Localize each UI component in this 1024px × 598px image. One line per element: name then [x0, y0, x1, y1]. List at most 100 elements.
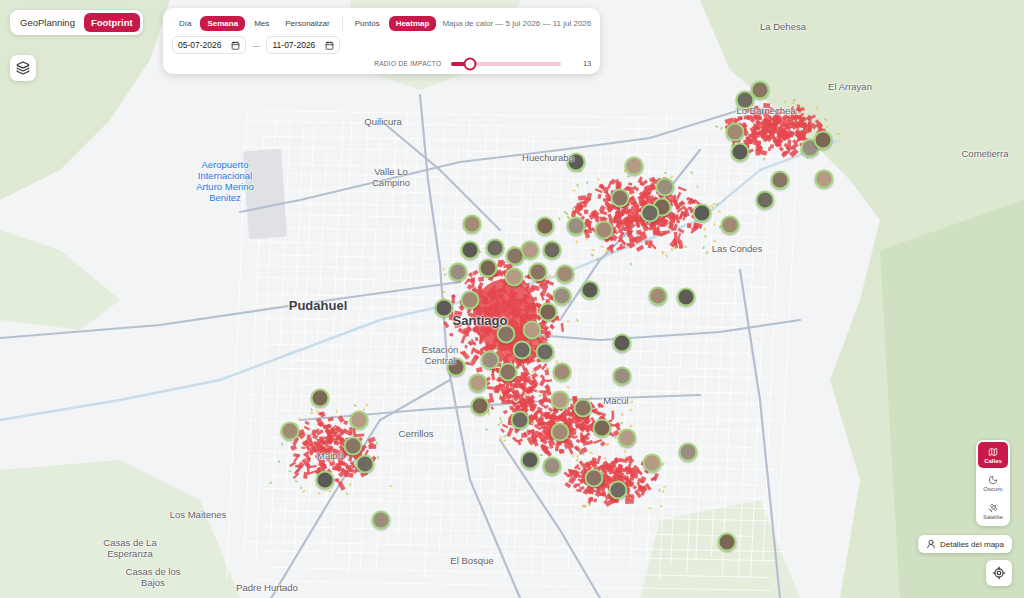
user-pin[interactable] — [471, 397, 490, 416]
user-pin[interactable] — [693, 204, 712, 223]
calendar-icon — [325, 41, 334, 50]
user-pin[interactable] — [461, 241, 480, 260]
user-pin[interactable] — [539, 303, 558, 322]
user-pin[interactable] — [721, 216, 740, 235]
user-pin[interactable] — [677, 288, 696, 307]
slider-thumb[interactable] — [463, 57, 476, 70]
mode-tab[interactable]: GeoPlanning — [13, 13, 82, 32]
user-pin[interactable] — [551, 423, 570, 442]
user-pin[interactable] — [625, 157, 644, 176]
user-pin[interactable] — [593, 419, 612, 438]
user-pin[interactable] — [511, 411, 530, 430]
period-tab[interactable]: Personalizar — [278, 16, 336, 31]
user-pin[interactable] — [469, 374, 488, 393]
divider — [342, 17, 343, 31]
user-pin[interactable] — [479, 259, 498, 278]
user-pin[interactable] — [756, 191, 775, 210]
user-pin[interactable] — [556, 265, 575, 284]
user-pin[interactable] — [613, 334, 632, 353]
user-pin[interactable] — [595, 221, 614, 240]
user-pin[interactable] — [506, 247, 525, 266]
user-pin[interactable] — [641, 204, 660, 223]
user-pin[interactable] — [486, 239, 505, 258]
person-icon — [926, 539, 936, 549]
user-pin[interactable] — [649, 287, 668, 306]
user-pin[interactable] — [726, 123, 745, 142]
user-pin[interactable] — [529, 263, 548, 282]
user-pin[interactable] — [585, 469, 604, 488]
date-to-field[interactable]: 11-07-2026 — [266, 36, 340, 54]
map-style-button[interactable]: Satélite — [978, 498, 1008, 524]
mode-switch: GeoPlanningFootprint — [10, 10, 143, 35]
user-pin[interactable] — [574, 399, 593, 418]
user-pin[interactable] — [536, 217, 555, 236]
range-caption: Mapa de calor — 5 jul 2026 — 11 jul 2026 — [442, 19, 591, 28]
map-page: La DehesaEl ArrayanCometierraQuilicuraHu… — [0, 0, 1024, 598]
place-label: Lo Barnechea — [736, 106, 795, 117]
user-pin[interactable] — [609, 481, 628, 500]
user-pin[interactable] — [718, 533, 737, 552]
mode-tab[interactable]: Footprint — [84, 13, 140, 32]
user-pin[interactable] — [553, 287, 572, 306]
view-tab[interactable]: Heatmap — [389, 16, 437, 31]
map-style-icon — [988, 475, 998, 485]
place-label: Valle Lo Campino — [361, 167, 421, 189]
filter-panel: DíaSemanaMesPersonalizar PuntosHeatmap Map… — [163, 8, 600, 74]
user-pin[interactable] — [281, 422, 300, 441]
period-tab[interactable]: Semana — [200, 16, 245, 31]
place-label: Macul — [603, 396, 628, 407]
user-pin[interactable] — [311, 389, 330, 408]
user-pin[interactable] — [449, 263, 468, 282]
user-pin[interactable] — [372, 511, 391, 530]
place-label: Padre Hurtado — [236, 583, 298, 594]
user-pin[interactable] — [481, 351, 500, 370]
period-tab[interactable]: Día — [172, 16, 198, 31]
map-style-button[interactable]: Calles — [978, 442, 1008, 468]
user-pin[interactable] — [435, 299, 454, 318]
user-pin[interactable] — [581, 281, 600, 300]
user-pin[interactable] — [567, 217, 586, 236]
user-pin[interactable] — [350, 411, 369, 430]
place-label: Santiago — [453, 314, 508, 329]
impact-radius-slider[interactable] — [451, 62, 561, 66]
user-pin[interactable] — [356, 455, 375, 474]
user-pin[interactable] — [344, 437, 363, 456]
user-pin[interactable] — [643, 454, 662, 473]
user-pin[interactable] — [656, 178, 675, 197]
user-pin[interactable] — [521, 451, 540, 470]
user-pin[interactable] — [543, 457, 562, 476]
user-pin[interactable] — [316, 471, 335, 490]
view-tab[interactable]: Puntos — [348, 16, 387, 31]
user-pin[interactable] — [543, 241, 562, 260]
user-pin[interactable] — [551, 391, 570, 410]
user-pin[interactable] — [463, 215, 482, 234]
user-pin[interactable] — [613, 367, 632, 386]
locate-icon — [992, 566, 1006, 580]
place-label: Los Maitenes — [170, 510, 227, 521]
period-tab[interactable]: Mes — [247, 16, 276, 31]
user-pin[interactable] — [499, 363, 518, 382]
map-details-button[interactable]: Detalles del mapa — [918, 535, 1012, 553]
date-from-field[interactable]: 05-07-2026 — [172, 36, 246, 54]
user-pin[interactable] — [618, 429, 637, 448]
user-pin[interactable] — [771, 171, 790, 190]
locate-button[interactable] — [986, 560, 1012, 586]
user-pin[interactable] — [505, 268, 524, 287]
user-pin[interactable] — [523, 321, 542, 340]
map-style-button[interactable]: Oscuro — [978, 470, 1008, 496]
user-pin[interactable] — [815, 170, 834, 189]
user-pin[interactable] — [731, 143, 750, 162]
user-pin[interactable] — [553, 363, 572, 382]
user-pin[interactable] — [611, 189, 630, 208]
place-label: El Bosque — [450, 556, 493, 567]
user-pin[interactable] — [513, 341, 532, 360]
place-label: Maipú — [317, 451, 343, 462]
user-pin[interactable] — [461, 291, 480, 310]
user-pin[interactable] — [679, 443, 698, 462]
layers-icon — [16, 61, 30, 75]
user-pin[interactable] — [536, 343, 555, 362]
calendar-icon — [231, 41, 240, 50]
date-separator: — — [252, 41, 260, 50]
user-pin[interactable] — [814, 131, 833, 150]
layers-button[interactable] — [10, 55, 36, 81]
